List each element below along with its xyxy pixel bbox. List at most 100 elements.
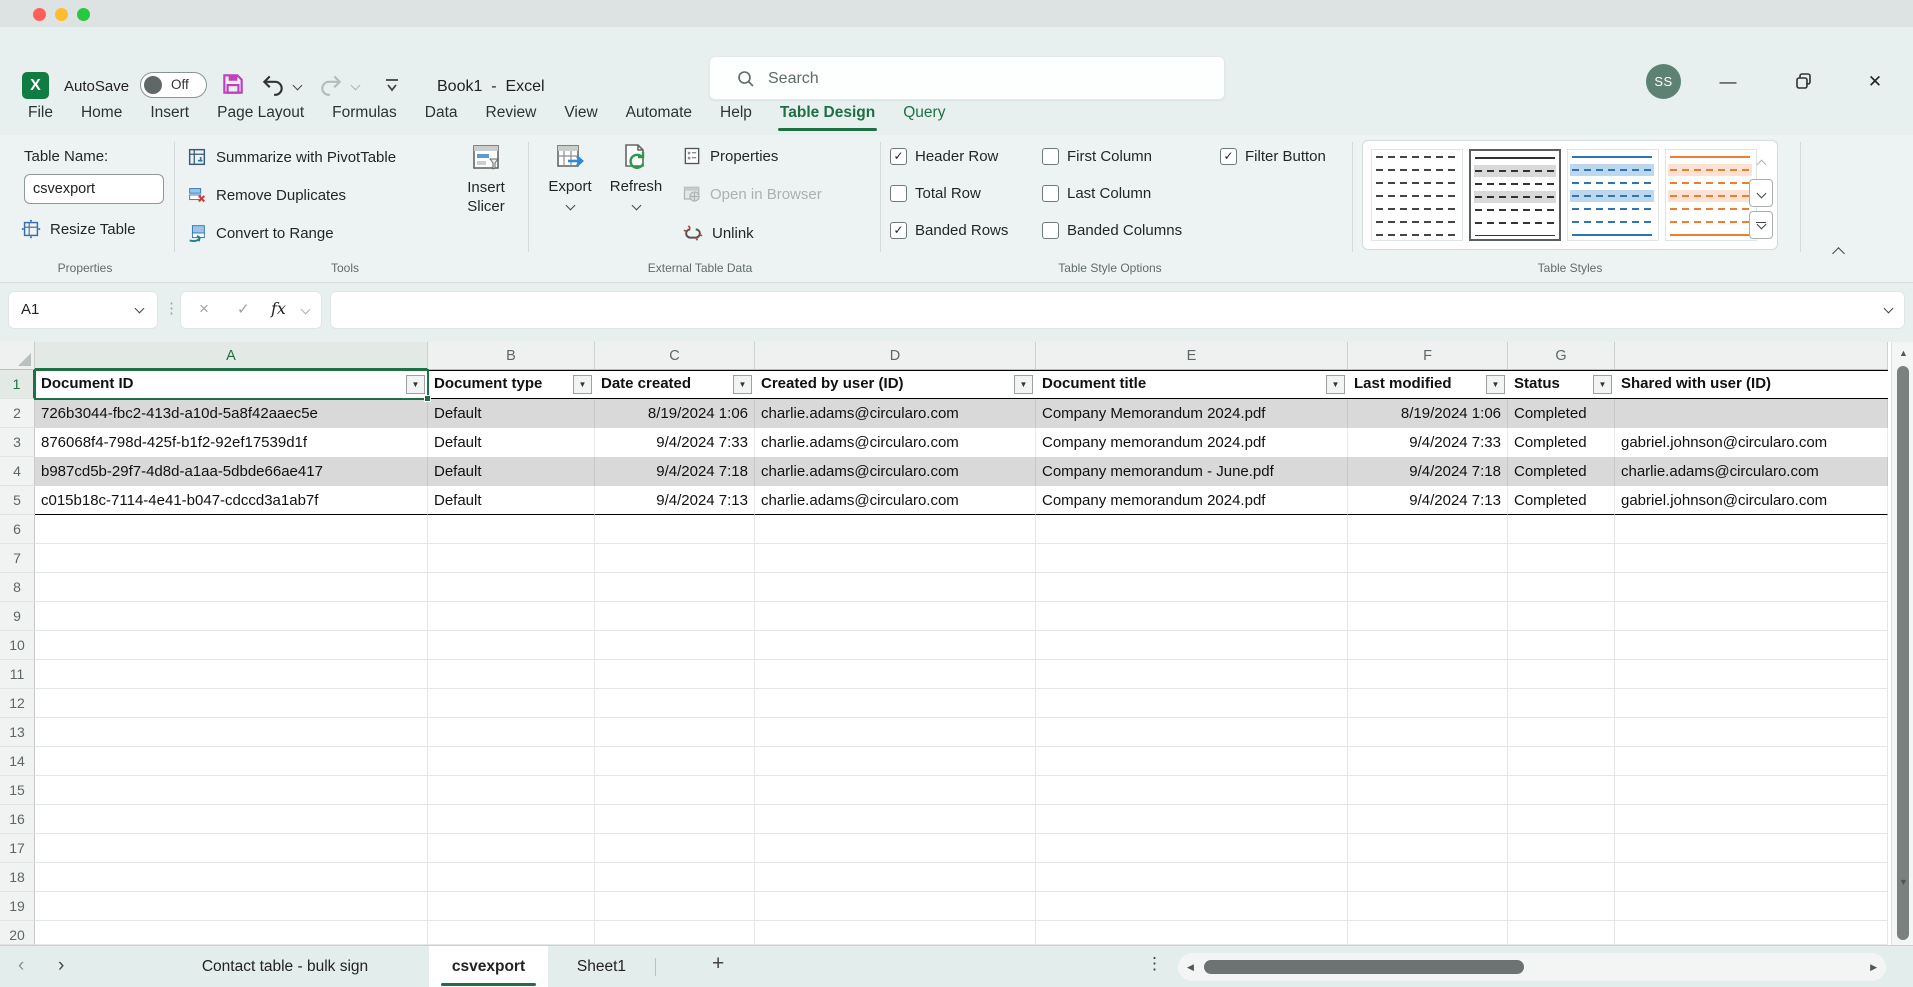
- empty-cell[interactable]: [755, 515, 1036, 544]
- empty-cell[interactable]: [35, 718, 428, 747]
- empty-cell[interactable]: [755, 747, 1036, 776]
- row-header-6[interactable]: 6: [0, 515, 35, 544]
- cell[interactable]: 8/19/2024 1:06: [595, 399, 755, 428]
- tab-data[interactable]: Data: [411, 90, 472, 135]
- tab-review[interactable]: Review: [472, 90, 551, 135]
- filter-button-document-type[interactable]: ▼: [573, 375, 592, 394]
- cell[interactable]: charlie.adams@circularo.com: [755, 486, 1036, 515]
- empty-cell[interactable]: [35, 892, 428, 921]
- empty-cell[interactable]: [35, 834, 428, 863]
- empty-cell[interactable]: [755, 602, 1036, 631]
- filter-button-status[interactable]: ▼: [1593, 375, 1612, 394]
- empty-cell[interactable]: [1348, 515, 1508, 544]
- cell[interactable]: 9/4/2024 7:18: [595, 457, 755, 486]
- column-header-E[interactable]: E: [1036, 342, 1348, 370]
- cell[interactable]: [1615, 399, 1888, 428]
- table-header-cell[interactable]: Last modified▼: [1348, 370, 1508, 399]
- checkbox-banded-columns[interactable]: Banded Columns: [1042, 218, 1220, 242]
- empty-cell[interactable]: [1615, 892, 1888, 921]
- empty-cell[interactable]: [1348, 544, 1508, 573]
- filter-button-document-title[interactable]: ▼: [1326, 375, 1345, 394]
- empty-cell[interactable]: [755, 573, 1036, 602]
- insert-slicer-button[interactable]: Insert Slicer: [448, 142, 524, 216]
- empty-cell[interactable]: [1615, 602, 1888, 631]
- horizontal-scrollbar[interactable]: ◀ ▶: [1178, 953, 1886, 981]
- macos-close-button[interactable]: [33, 8, 46, 21]
- empty-cell[interactable]: [1615, 544, 1888, 573]
- sheet-tab-sheet1[interactable]: Sheet1: [548, 946, 655, 987]
- empty-cell[interactable]: [1615, 631, 1888, 660]
- checkbox-header-row[interactable]: ✓Header Row: [890, 144, 1042, 168]
- cell[interactable]: Company memorandum - June.pdf: [1036, 457, 1348, 486]
- empty-cell[interactable]: [1348, 631, 1508, 660]
- empty-cell[interactable]: [428, 660, 595, 689]
- empty-cell[interactable]: [755, 921, 1036, 945]
- empty-cell[interactable]: [35, 573, 428, 602]
- tab-view[interactable]: View: [550, 90, 611, 135]
- cell[interactable]: Completed: [1508, 486, 1615, 515]
- empty-cell[interactable]: [35, 602, 428, 631]
- empty-cell[interactable]: [1036, 747, 1348, 776]
- filter-button-last-modified[interactable]: ▼: [1486, 375, 1505, 394]
- empty-cell[interactable]: [1036, 660, 1348, 689]
- refresh-button[interactable]: Refresh: [604, 142, 668, 209]
- sheet-options-icon[interactable]: ⋮: [1146, 954, 1163, 974]
- empty-cell[interactable]: [1615, 515, 1888, 544]
- empty-cell[interactable]: [1348, 689, 1508, 718]
- table-style-swatch-none[interactable]: [1371, 149, 1463, 241]
- cell[interactable]: gabriel.johnson@circularo.com: [1615, 428, 1888, 457]
- row-header-12[interactable]: 12: [0, 689, 35, 718]
- empty-cell[interactable]: [1508, 834, 1615, 863]
- row-header-14[interactable]: 14: [0, 747, 35, 776]
- empty-cell[interactable]: [1348, 573, 1508, 602]
- empty-cell[interactable]: [35, 544, 428, 573]
- vertical-scrollbar-thumb[interactable]: [1897, 366, 1909, 940]
- table-header-cell[interactable]: Document type▼: [428, 370, 595, 399]
- empty-cell[interactable]: [755, 689, 1036, 718]
- tab-table-design[interactable]: Table Design: [766, 90, 889, 135]
- table-header-cell[interactable]: Document title▼: [1036, 370, 1348, 399]
- empty-cell[interactable]: [595, 776, 755, 805]
- vertical-scrollbar[interactable]: ▲ ▼: [1891, 342, 1913, 945]
- empty-cell[interactable]: [428, 689, 595, 718]
- empty-cell[interactable]: [595, 747, 755, 776]
- scroll-left-icon[interactable]: ◀: [1187, 962, 1194, 973]
- empty-cell[interactable]: [1348, 834, 1508, 863]
- row-header-7[interactable]: 7: [0, 544, 35, 573]
- checkbox-banded-rows[interactable]: ✓Banded Rows: [890, 218, 1042, 242]
- cell[interactable]: Completed: [1508, 428, 1615, 457]
- tab-file[interactable]: File: [14, 90, 67, 135]
- cell[interactable]: 9/4/2024 7:13: [595, 486, 755, 515]
- empty-cell[interactable]: [35, 689, 428, 718]
- table-style-swatch-blue-banded[interactable]: [1567, 149, 1659, 241]
- row-header-9[interactable]: 9: [0, 602, 35, 631]
- sheet-nav-right-icon[interactable]: ›: [58, 955, 64, 977]
- empty-cell[interactable]: [1036, 921, 1348, 945]
- filter-button-document-id[interactable]: ▼: [406, 375, 425, 394]
- empty-cell[interactable]: [1615, 747, 1888, 776]
- remove-duplicates-button[interactable]: Remove Duplicates: [186, 184, 346, 206]
- tab-formulas[interactable]: Formulas: [318, 90, 411, 135]
- empty-cell[interactable]: [1508, 515, 1615, 544]
- empty-cell[interactable]: [1348, 776, 1508, 805]
- cell[interactable]: gabriel.johnson@circularo.com: [1615, 486, 1888, 515]
- empty-cell[interactable]: [1615, 834, 1888, 863]
- cell[interactable]: Completed: [1508, 457, 1615, 486]
- row-header-13[interactable]: 13: [0, 718, 35, 747]
- row-header-19[interactable]: 19: [0, 892, 35, 921]
- cell[interactable]: Completed: [1508, 399, 1615, 428]
- empty-cell[interactable]: [1036, 718, 1348, 747]
- empty-cell[interactable]: [1615, 776, 1888, 805]
- empty-cell[interactable]: [1508, 602, 1615, 631]
- row-header-17[interactable]: 17: [0, 834, 35, 863]
- cell[interactable]: b987cd5b-29f7-4d8d-a1aa-5dbde66ae417: [35, 457, 428, 486]
- empty-cell[interactable]: [1508, 805, 1615, 834]
- cell[interactable]: Company memorandum 2024.pdf: [1036, 486, 1348, 515]
- unlink-button[interactable]: Unlink: [682, 222, 754, 244]
- table-header-cell[interactable]: Status▼: [1508, 370, 1615, 399]
- empty-cell[interactable]: [595, 805, 755, 834]
- empty-cell[interactable]: [35, 805, 428, 834]
- cell[interactable]: charlie.adams@circularo.com: [755, 457, 1036, 486]
- empty-cell[interactable]: [428, 631, 595, 660]
- empty-cell[interactable]: [595, 892, 755, 921]
